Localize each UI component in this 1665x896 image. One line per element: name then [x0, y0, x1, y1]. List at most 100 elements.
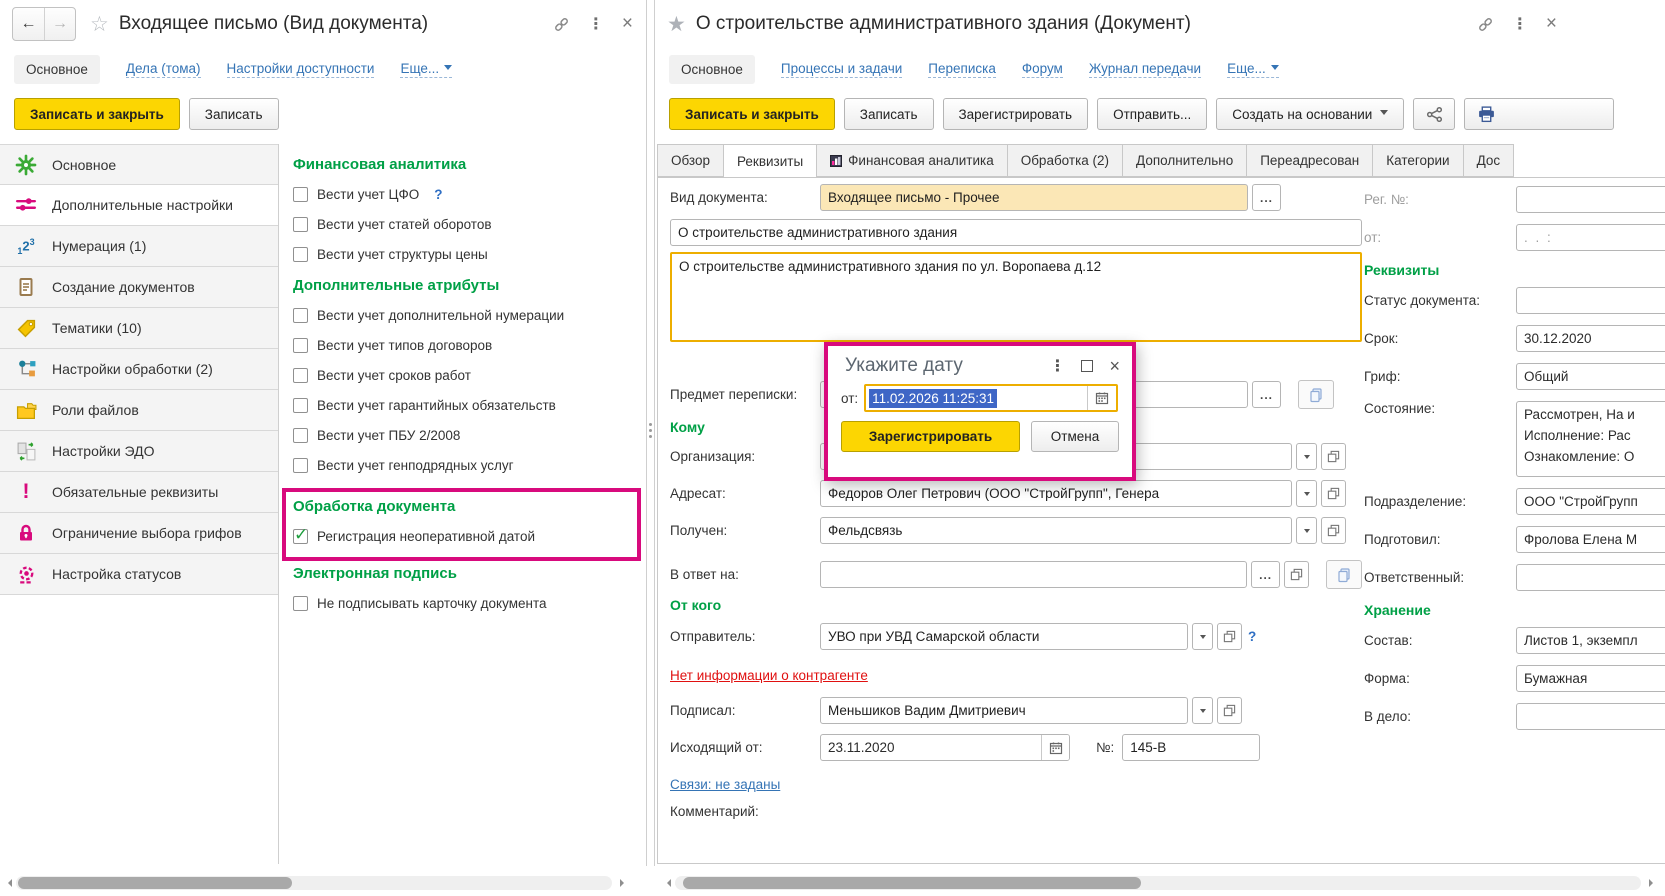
panel-field-13[interactable] — [1516, 703, 1665, 730]
create-based-on-button[interactable]: Создать на основании — [1216, 98, 1404, 130]
field-0[interactable]: Входящее письмо - Прочее — [820, 184, 1248, 211]
date-input[interactable]: 11.02.2026 11:25:31 — [864, 384, 1118, 412]
favorite-star-icon[interactable]: ☆ — [90, 12, 109, 37]
close-icon[interactable]: × — [1109, 356, 1120, 377]
splitter-grip[interactable] — [649, 420, 653, 441]
checkbox[interactable] — [293, 398, 308, 413]
scroll-right-icon[interactable] — [1649, 879, 1657, 887]
panel-field-8[interactable]: Фролова Елена М — [1516, 526, 1665, 553]
left-horizontal-scrollbar[interactable] — [16, 876, 612, 890]
ellipsis-button[interactable]: ... — [1252, 184, 1281, 211]
sidebar-item-0[interactable]: Основное — [0, 144, 278, 185]
back-arrow-icon[interactable]: ← — [13, 8, 44, 40]
nav-tab-0[interactable]: Основное — [669, 55, 755, 84]
kebab-menu-icon[interactable]: ⋮ — [588, 14, 604, 34]
ellipsis-button[interactable]: ... — [1252, 381, 1281, 408]
checkbox[interactable] — [293, 217, 308, 232]
checkbox[interactable] — [293, 247, 308, 262]
dropdown-button[interactable] — [1296, 480, 1317, 507]
register-button[interactable]: Зарегистрировать — [841, 421, 1020, 452]
help-icon[interactable]: ? — [434, 187, 442, 202]
checkbox[interactable] — [293, 308, 308, 323]
link-icon[interactable] — [1477, 16, 1494, 33]
panel-field-3[interactable] — [1516, 287, 1665, 314]
scrollbar-thumb[interactable] — [18, 877, 292, 889]
window-splitter[interactable] — [646, 0, 655, 866]
sidebar-item-6[interactable]: Роли файлов — [0, 390, 278, 431]
scroll-left-icon[interactable] — [663, 879, 671, 887]
calendar-button[interactable] — [1088, 386, 1116, 410]
checkbox[interactable] — [293, 458, 308, 473]
summary-textarea[interactable]: О строительстве административного здания… — [670, 252, 1362, 342]
checkbox-checked[interactable] — [293, 529, 308, 544]
sidebar-item-7[interactable]: Настройки ЭДО — [0, 431, 278, 472]
save-button[interactable]: Записать — [844, 98, 934, 130]
checkbox[interactable] — [293, 187, 308, 202]
field-7[interactable]: Фельдсвязь — [820, 517, 1292, 544]
sidebar-item-4[interactable]: Тематики (10) — [0, 308, 278, 349]
sidebar-item-9[interactable]: Ограничение выбора грифов — [0, 513, 278, 554]
panel-field-12[interactable]: Бумажная — [1516, 665, 1665, 692]
panel-field-0[interactable] — [1516, 186, 1665, 213]
save-close-button[interactable]: Записать и закрыть — [14, 98, 180, 130]
open-button[interactable] — [1217, 623, 1242, 650]
close-icon[interactable]: × — [622, 13, 633, 35]
scroll-left-icon[interactable] — [4, 879, 12, 887]
print-button[interactable] — [1464, 98, 1614, 130]
save-close-button[interactable]: Записать и закрыть — [669, 98, 835, 130]
doc-tab-3[interactable]: Обработка (2) — [1008, 144, 1123, 177]
close-icon[interactable]: × — [1546, 13, 1557, 35]
favorite-star-filled-icon[interactable]: ★ — [667, 12, 686, 37]
doc-tab-6[interactable]: Категории — [1373, 144, 1463, 177]
field-10[interactable]: УВО при УВД Самарской области — [820, 623, 1188, 650]
sidebar-item-1[interactable]: Дополнительные настройки — [0, 185, 278, 226]
nav-tab-2[interactable]: Настройки доступности — [227, 61, 375, 78]
share-button[interactable] — [1413, 98, 1455, 130]
panel-field-4[interactable]: 30.12.2020 — [1516, 325, 1665, 352]
nav-tab-0[interactable]: Основное — [14, 55, 100, 84]
state-field[interactable]: Рассмотрен, На иИсполнение: РасОзнакомле… — [1516, 401, 1665, 477]
link-icon[interactable] — [553, 16, 570, 33]
copy-button[interactable] — [1326, 560, 1362, 589]
sidebar-item-10[interactable]: Настройка статусов — [0, 554, 278, 595]
panel-field-9[interactable] — [1516, 564, 1665, 591]
forward-arrow-icon[interactable]: → — [44, 8, 75, 40]
nav-tab-3[interactable]: Еще... — [400, 61, 452, 78]
sidebar-item-8[interactable]: !Обязательные реквизиты — [0, 472, 278, 513]
nav-tab-1[interactable]: Дела (тома) — [126, 61, 201, 78]
dropdown-button[interactable] — [1296, 443, 1317, 470]
dropdown-button[interactable] — [1192, 697, 1213, 724]
title-input[interactable]: О строительстве административного здания — [670, 219, 1362, 246]
calendar-button[interactable] — [1042, 735, 1069, 760]
dropdown-button[interactable] — [1192, 623, 1213, 650]
send-button[interactable]: Отправить... — [1097, 98, 1207, 130]
scrollbar-thumb[interactable] — [683, 877, 1141, 889]
checkbox[interactable] — [293, 596, 308, 611]
doc-tab-7[interactable]: Дос — [1464, 144, 1515, 177]
sidebar-item-5[interactable]: Настройки обработки (2) — [0, 349, 278, 390]
doc-tab-5[interactable]: Переадресован — [1247, 144, 1373, 177]
right-horizontal-scrollbar[interactable] — [675, 876, 1641, 890]
dropdown-button[interactable] — [1296, 517, 1317, 544]
help-icon[interactable]: ? — [1248, 629, 1256, 644]
ellipsis-button[interactable]: ... — [1251, 561, 1280, 588]
open-button[interactable] — [1217, 697, 1242, 724]
nav-tab-4[interactable]: Журнал передачи — [1089, 61, 1201, 78]
doc-tab-0[interactable]: Обзор — [657, 144, 724, 177]
nav-tab-3[interactable]: Форум — [1022, 61, 1063, 78]
field-6[interactable]: Федоров Олег Петрович (ООО "СтройГрупп",… — [820, 480, 1292, 507]
checkbox[interactable] — [293, 428, 308, 443]
checkbox[interactable] — [293, 338, 308, 353]
open-button[interactable] — [1284, 561, 1309, 588]
nav-tab-5[interactable]: Еще... — [1227, 61, 1279, 78]
doc-tab-4[interactable]: Дополнительно — [1123, 144, 1247, 177]
save-button[interactable]: Записать — [189, 98, 279, 130]
doc-tab-1[interactable]: Реквизиты — [724, 144, 817, 178]
open-button[interactable] — [1321, 443, 1346, 470]
sidebar-item-2[interactable]: 123Нумерация (1) — [0, 226, 278, 267]
kebab-menu-icon[interactable]: ⋮ — [1512, 14, 1528, 34]
nav-tab-2[interactable]: Переписка — [928, 61, 996, 78]
field-12[interactable]: Меньшиков Вадим Дмитриевич — [820, 697, 1188, 724]
nav-tab-1[interactable]: Процессы и задачи — [781, 61, 902, 78]
field-8[interactable] — [820, 561, 1247, 588]
